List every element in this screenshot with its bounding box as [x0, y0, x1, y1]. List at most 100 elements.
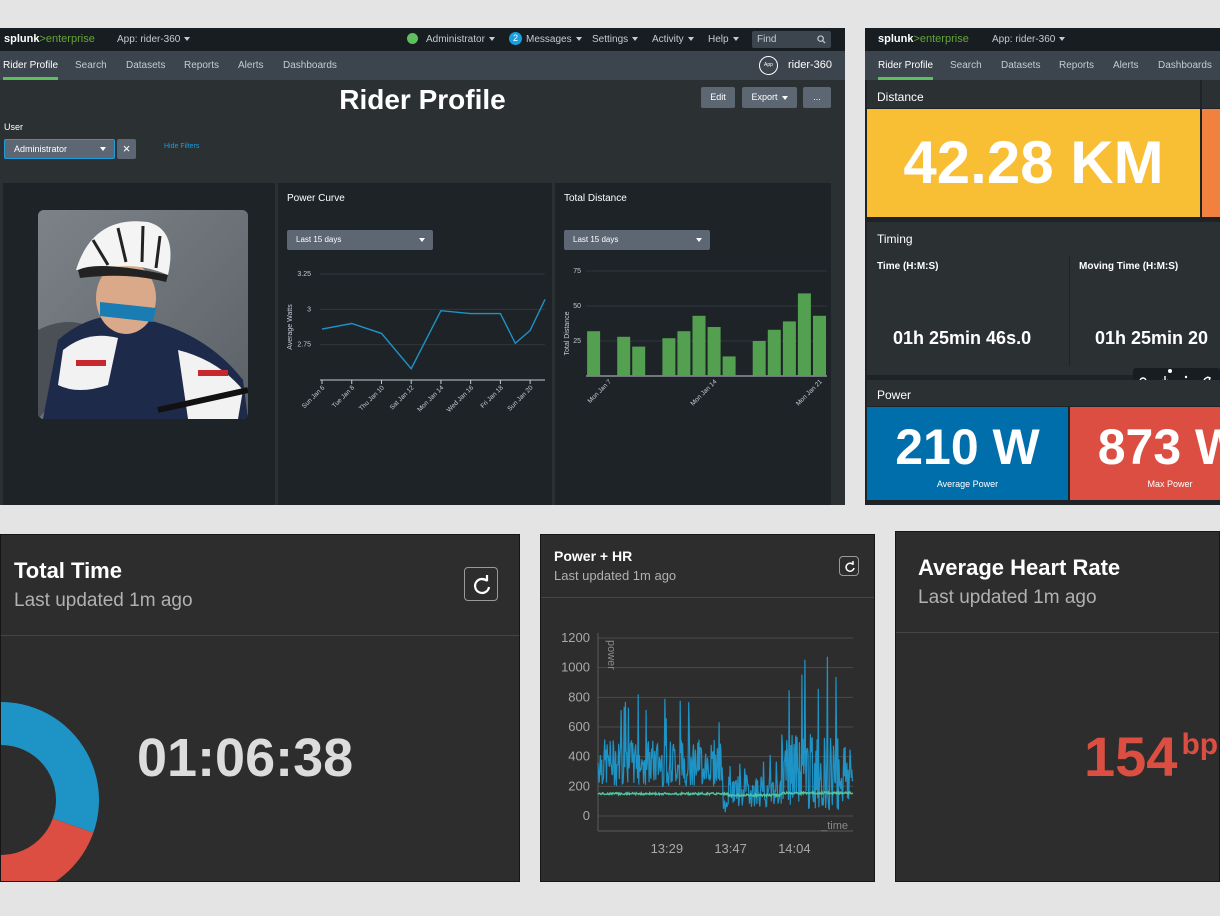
activity-menu[interactable]: Activity [652, 28, 694, 51]
nav-reports[interactable]: Reports [1059, 51, 1094, 80]
bar [782, 321, 796, 376]
time-picker-label: Last 15 days [573, 235, 619, 244]
heart-rate-value-group: 154bpm [1084, 724, 1219, 789]
nav-reports[interactable]: Reports [184, 51, 219, 80]
y-tick-label: 3.25 [297, 271, 311, 278]
chevron-down-icon [419, 238, 425, 242]
time-picker-label: Last 15 days [296, 235, 342, 244]
time-value: 01h 25min 46s.0 [893, 328, 1032, 348]
logo-splunk-text: splunk [4, 33, 40, 45]
messages-menu[interactable]: 2 Messages [509, 28, 582, 51]
power-hr-card: Power + HR Last updated 1m ago 1200 1000 8… [540, 534, 875, 882]
refresh-button[interactable] [839, 556, 859, 576]
chevron-down-icon [732, 37, 739, 42]
y-tick-label: 50 [573, 303, 581, 310]
time-label: Time (H:M:S) [877, 261, 939, 272]
app-name: rider-360 [788, 59, 833, 71]
total-time-subtitle: Last updated 1m ago [14, 590, 193, 611]
y-tick-label: 25 [573, 338, 581, 345]
top-bar: splunk>enterprise App: rider-360 [865, 28, 1220, 51]
x-tick-label: Mon Jan 14 [416, 384, 445, 413]
total-time-card: Total Time Last updated 1m ago 01:06:38 [0, 534, 520, 882]
x-tick-label: Mon Jan 21 [795, 378, 824, 407]
timing-divider [1069, 256, 1070, 366]
total-time-title: Total Time [14, 558, 122, 583]
y-tick-label: 1200 [561, 630, 590, 645]
refresh-button[interactable] [464, 567, 498, 601]
messages-badge: 2 [509, 31, 522, 45]
donut-slice [1, 702, 99, 833]
app-nav-bar: Rider Profile Search Datasets Reports Al… [865, 51, 1220, 80]
average-heart-rate-card: Average Heart Rate Last updated 1m ago 1… [895, 531, 1220, 882]
y-tick-label: 800 [568, 689, 590, 704]
app-selector[interactable]: App: rider-360 [992, 28, 1066, 51]
y-axis-label: Average Watts [287, 304, 294, 350]
average-power-tile: 210 W Average Power [867, 407, 1068, 500]
nav-alerts[interactable]: Alerts [238, 51, 264, 80]
bar [617, 336, 631, 376]
export-button[interactable]: Export [742, 87, 797, 108]
search-icon [817, 35, 826, 44]
orange-tile-edge [1202, 109, 1220, 217]
more-button[interactable]: ... [803, 87, 831, 108]
x-axis-label: _time [820, 820, 848, 832]
chevron-down-icon [184, 37, 191, 42]
logo-enterprise-text: enterprise [45, 33, 95, 45]
heart-rate-unit: bpm [1181, 728, 1219, 761]
help-menu[interactable]: Help [708, 28, 739, 51]
y-tick-label: 2.75 [297, 342, 311, 349]
app-selector[interactable]: App: rider-360 [117, 28, 191, 51]
bar [662, 338, 676, 376]
x-tick-label: Sun Jan 20 [506, 384, 534, 412]
splunk-logo[interactable]: splunk>enterprise [4, 28, 95, 51]
bar [813, 315, 826, 376]
rider-photo [38, 210, 248, 419]
power-hr-subtitle: Last updated 1m ago [554, 568, 677, 583]
nav-datasets[interactable]: Datasets [1001, 51, 1040, 80]
x-tick-label: Sat Jan 12 [389, 384, 416, 411]
user-menu[interactable]: Administrator [407, 28, 495, 51]
power-series-line [597, 656, 854, 813]
chevron-down-icon [1059, 37, 1066, 42]
y-axis-label: Total Distance [564, 311, 571, 355]
nav-search[interactable]: Search [75, 51, 107, 80]
power-curve-time-picker[interactable]: Last 15 days [287, 230, 433, 250]
refresh-icon [845, 561, 855, 572]
activity-label: Activity [652, 34, 684, 45]
edit-button[interactable]: Edit [701, 87, 735, 108]
total-distance-time-picker[interactable]: Last 15 days [564, 230, 710, 250]
nav-datasets[interactable]: Datasets [126, 51, 165, 80]
x-tick-label: 13:47 [714, 841, 747, 856]
distance-tile: 42.28 KM [867, 109, 1200, 217]
bar [587, 331, 601, 376]
y-tick-label: 75 [573, 268, 581, 275]
nav-dashboards[interactable]: Dashboards [283, 51, 337, 80]
nav-alerts[interactable]: Alerts [1113, 51, 1139, 80]
user-filter-select[interactable]: Administrator [4, 139, 115, 159]
timing-title: Timing [877, 232, 913, 246]
x-tick-label: Wed Jan 16 [446, 384, 476, 414]
nav-rider-profile[interactable]: Rider Profile [878, 51, 934, 80]
find-input[interactable]: Find [752, 31, 831, 48]
clear-filter-button[interactable]: × [117, 139, 136, 159]
chevron-down-icon [781, 95, 788, 100]
distance-value: 42.28 KM [903, 129, 1164, 196]
moving-time-label: Moving Time (H:M:S) [1079, 261, 1179, 272]
nav-dashboards[interactable]: Dashboards [1158, 51, 1212, 80]
card-divider [1, 635, 519, 636]
hide-filters-link[interactable]: Hide Filters [164, 143, 199, 150]
nav-search[interactable]: Search [950, 51, 982, 80]
app-nav-bar: Rider Profile Search Datasets Reports Al… [0, 51, 845, 80]
card-divider [896, 632, 1219, 633]
app-icon[interactable]: App [759, 56, 778, 75]
x-tick-label: Sun Jan 6 [301, 384, 327, 410]
bar [797, 293, 811, 376]
chevron-down-icon [632, 37, 639, 42]
nav-rider-profile[interactable]: Rider Profile [3, 51, 59, 80]
export-label: Export [751, 92, 778, 102]
settings-menu[interactable]: Settings [592, 28, 639, 51]
y-tick-label: 3 [307, 306, 311, 313]
power-curve-title: Power Curve [287, 193, 345, 204]
y-tick-label: 200 [568, 778, 590, 793]
splunk-logo[interactable]: splunk>enterprise [878, 28, 969, 51]
